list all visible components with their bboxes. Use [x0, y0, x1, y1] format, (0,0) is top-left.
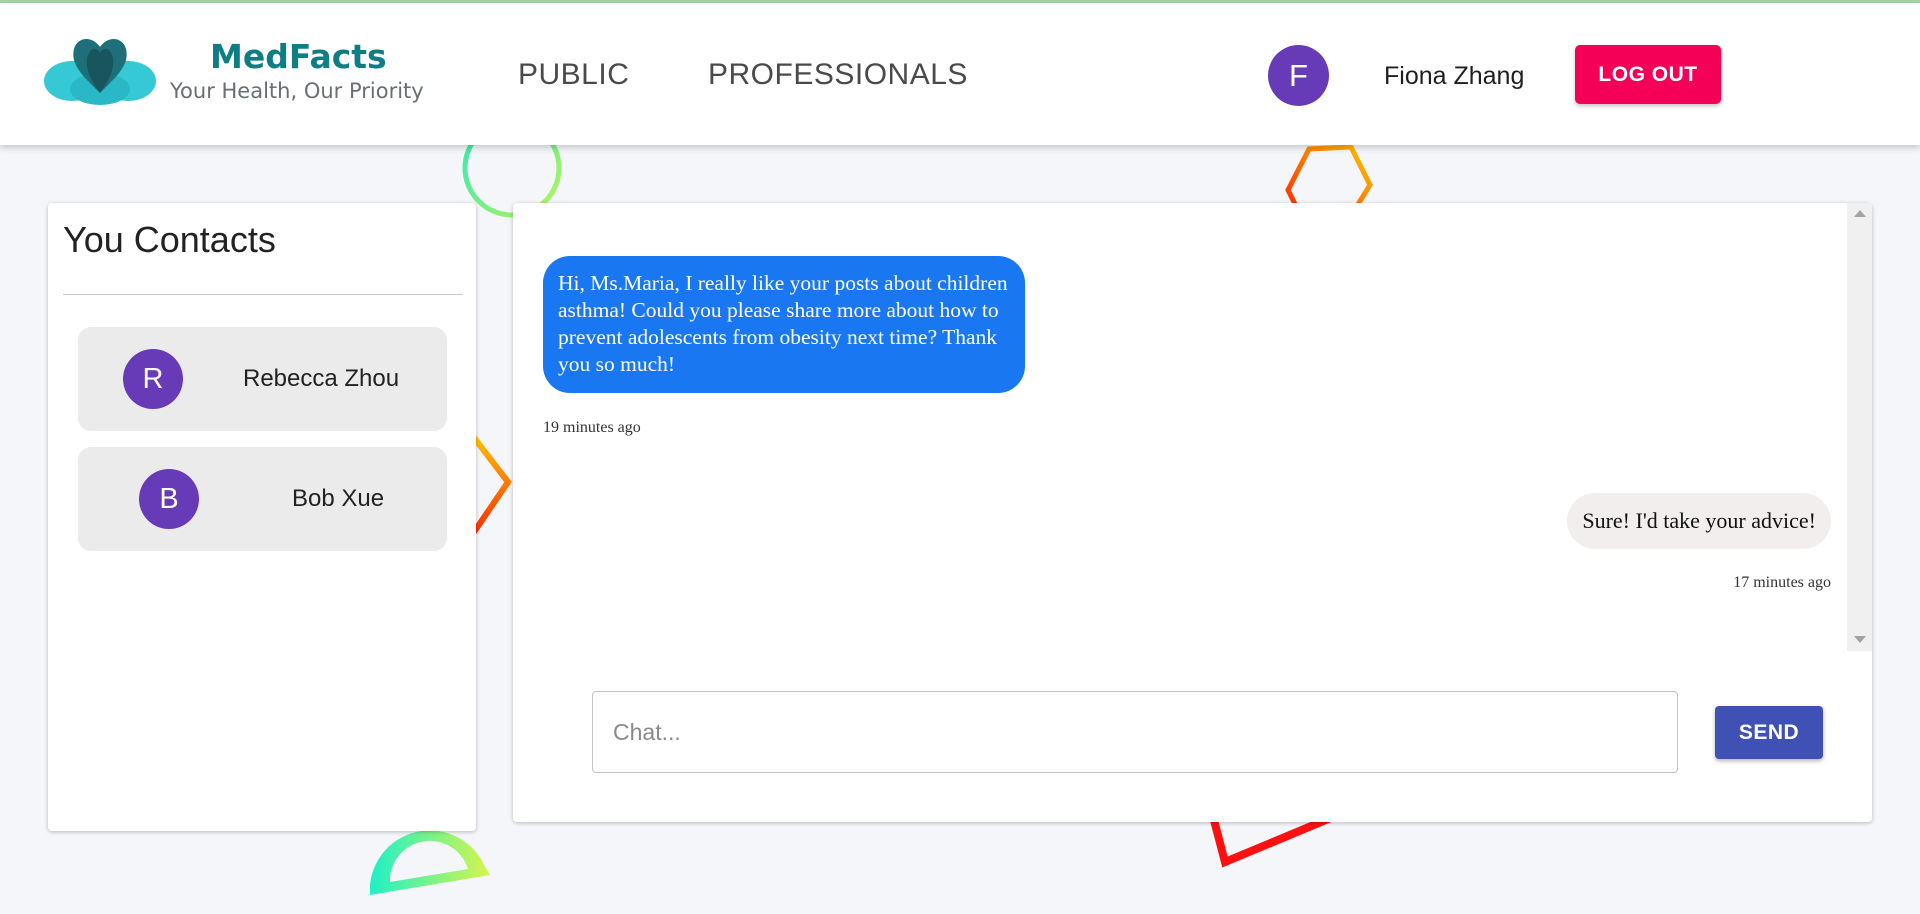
contact-name: Rebecca Zhou	[243, 365, 400, 392]
contact-avatar: R	[123, 349, 183, 409]
brand-tagline: Your Health, Our Priority	[170, 79, 424, 103]
send-button[interactable]: SEND	[1715, 706, 1823, 759]
chat-scrollbar[interactable]	[1847, 203, 1872, 651]
logout-button[interactable]: LOG OUT	[1575, 45, 1721, 104]
contact-avatar: B	[139, 469, 199, 529]
chat-panel: Hi, Ms.Maria, I really like your posts a…	[513, 203, 1872, 822]
chat-input[interactable]	[592, 691, 1678, 773]
contacts-divider	[63, 294, 463, 295]
nav-link-public[interactable]: PUBLIC	[518, 58, 629, 92]
nav-link-professionals[interactable]: PROFESSIONALS	[708, 58, 968, 92]
contacts-title: You Contacts	[63, 219, 276, 260]
decorative-semicircle	[370, 830, 490, 895]
contact-item-bob-xue[interactable]: B Bob Xue	[78, 447, 447, 551]
incoming-message-bubble: Hi, Ms.Maria, I really like your posts a…	[543, 256, 1025, 393]
outgoing-message-bubble: Sure! I'd take your advice!	[1567, 493, 1831, 549]
contacts-panel: You Contacts R Rebecca Zhou B Bob Xue	[48, 203, 476, 831]
user-name: Fiona Zhang	[1384, 62, 1525, 90]
scroll-down-arrow-icon[interactable]	[1854, 636, 1866, 643]
incoming-message-timestamp: 19 minutes ago	[543, 419, 641, 436]
brand-name: MedFacts	[210, 37, 387, 76]
outgoing-message-timestamp: 17 minutes ago	[1733, 574, 1831, 591]
scroll-up-arrow-icon[interactable]	[1854, 210, 1866, 217]
contact-name: Bob Xue	[292, 485, 385, 512]
contact-item-rebecca-zhou[interactable]: R Rebecca Zhou	[78, 327, 447, 431]
decorative-hexagon	[1285, 144, 1373, 210]
top-navbar: MedFacts Your Health, Our Priority PUBLI…	[0, 3, 1920, 145]
user-avatar[interactable]: F	[1268, 45, 1329, 106]
medfacts-logo-icon	[44, 38, 156, 105]
